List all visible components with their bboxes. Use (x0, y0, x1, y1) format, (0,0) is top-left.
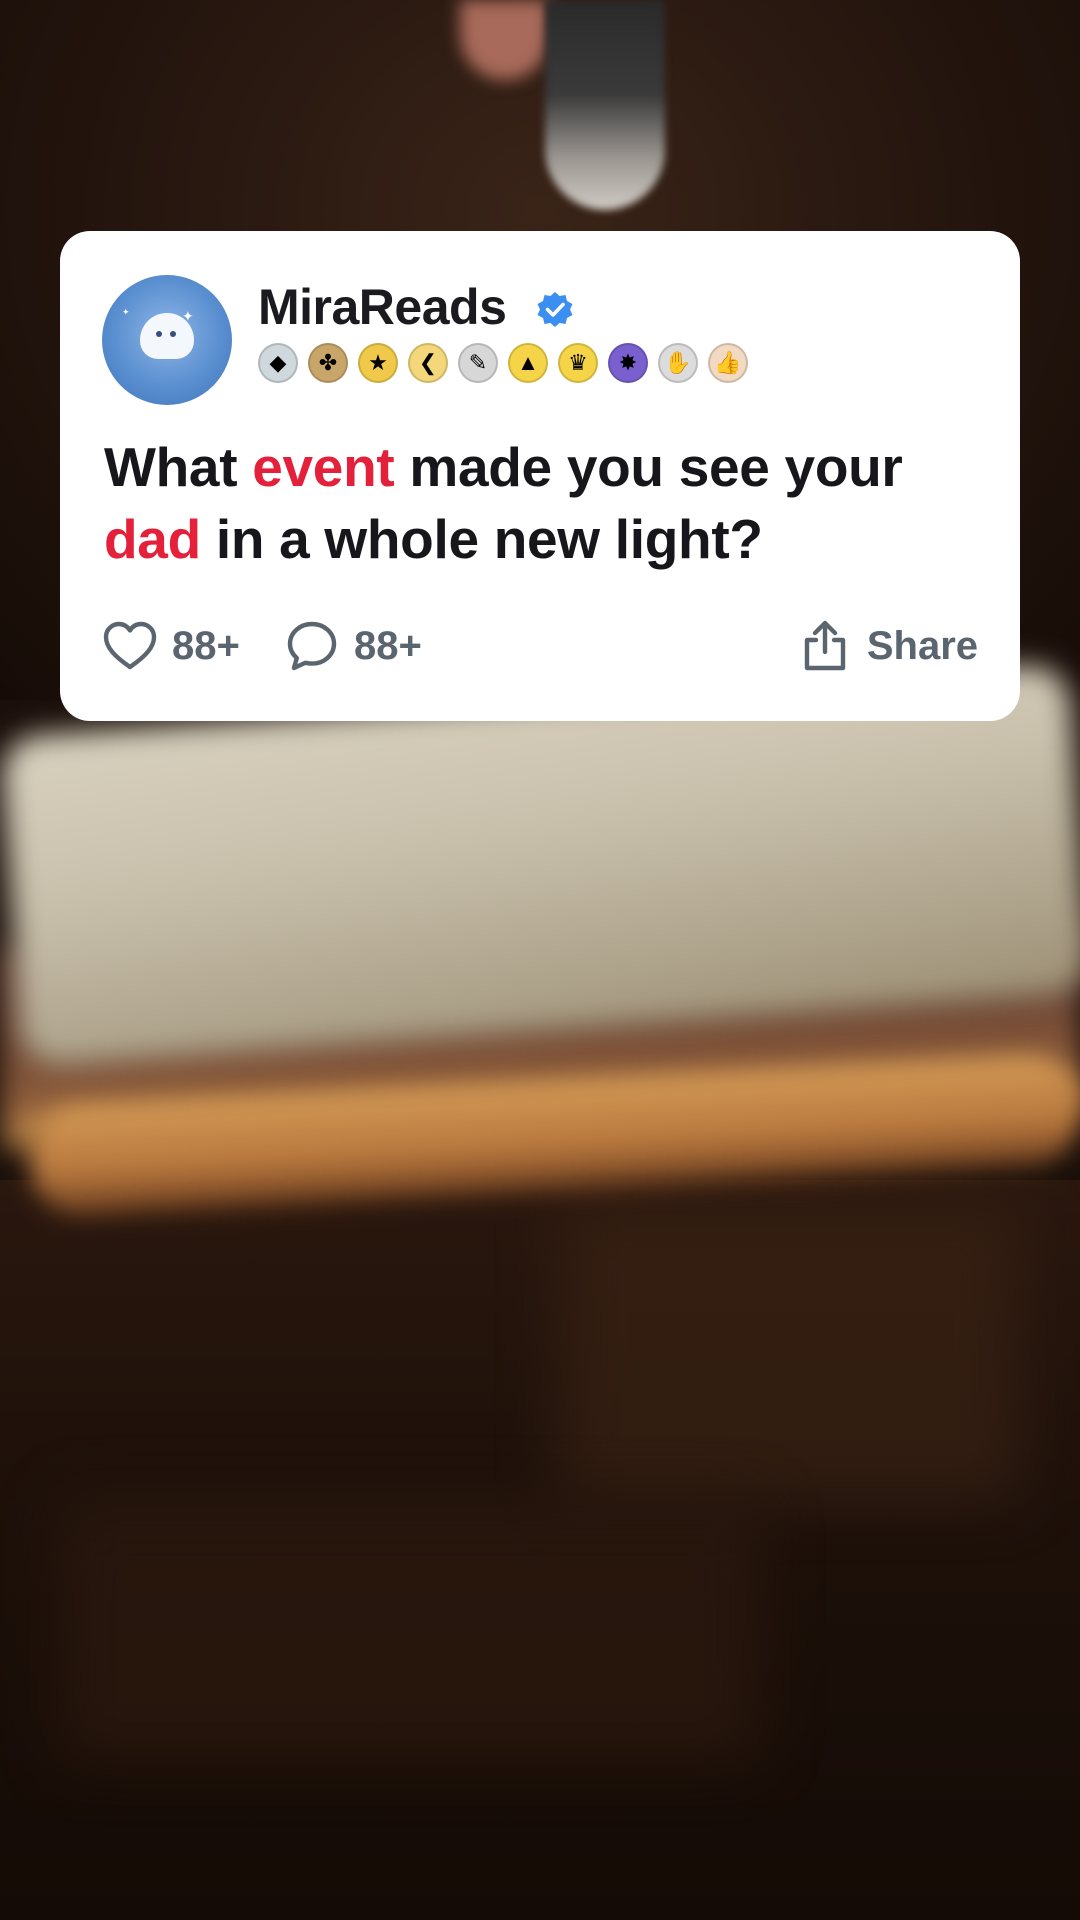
question-highlight-word: dad (104, 508, 201, 570)
burst-badge-icon: ✸ (608, 343, 648, 383)
star-badge-icon: ★ (358, 343, 398, 383)
clover-badge-icon: ✤ (308, 343, 348, 383)
question-text-segment: What (104, 436, 253, 498)
background-wood-patch (560, 1200, 1020, 1500)
comment-bubble-icon (287, 621, 337, 671)
username[interactable]: MiraReads (258, 279, 507, 335)
comment-count: 88+ (354, 623, 422, 668)
pyramid-badge-icon: ▲ (508, 343, 548, 383)
share-icon (804, 620, 846, 671)
boomerang-badge-icon: ❮ (408, 343, 448, 383)
background-wood-patch (60, 1500, 760, 1760)
share-label: Share (866, 623, 978, 668)
sparkle-icon: ✦ (182, 308, 194, 324)
thumbs-up-badge-icon: 👍 (708, 343, 748, 383)
achievement-badges: ◆ ✤ ★ ❮ ✎ ▲ ♛ ✸ ✋ 👍 (258, 343, 748, 383)
trophy-badge-icon: ♛ (558, 343, 598, 383)
verified-badge-icon (537, 292, 573, 327)
sparkle-icon: ✦ (122, 307, 130, 317)
background-spatula (545, 0, 665, 210)
avatar[interactable]: ✦ ✦ (102, 275, 232, 405)
question-text: What event made you see your dad in a wh… (104, 431, 994, 575)
question-text-segment: in a whole new light? (200, 508, 763, 570)
question-card[interactable]: ✦ ✦ MiraReads ◆ ✤ ★ ❮ ✎ ▲ ♛ ✸ ✋ 👍 What event made… (60, 231, 1020, 721)
like-button[interactable]: 88+ (102, 616, 240, 676)
question-highlight-word: event (252, 436, 395, 498)
feather-badge-icon: ✎ (458, 343, 498, 383)
gem-badge-icon: ◆ (258, 343, 298, 383)
action-bar: 88+ 88+ Share (102, 616, 978, 676)
share-button[interactable]: Share (797, 616, 978, 676)
comment-button[interactable]: 88+ (284, 616, 422, 676)
clap-badge-icon: ✋ (658, 343, 698, 383)
question-text-segment: made you see your (394, 436, 903, 498)
like-count: 88+ (172, 623, 240, 668)
heart-icon (103, 621, 157, 670)
